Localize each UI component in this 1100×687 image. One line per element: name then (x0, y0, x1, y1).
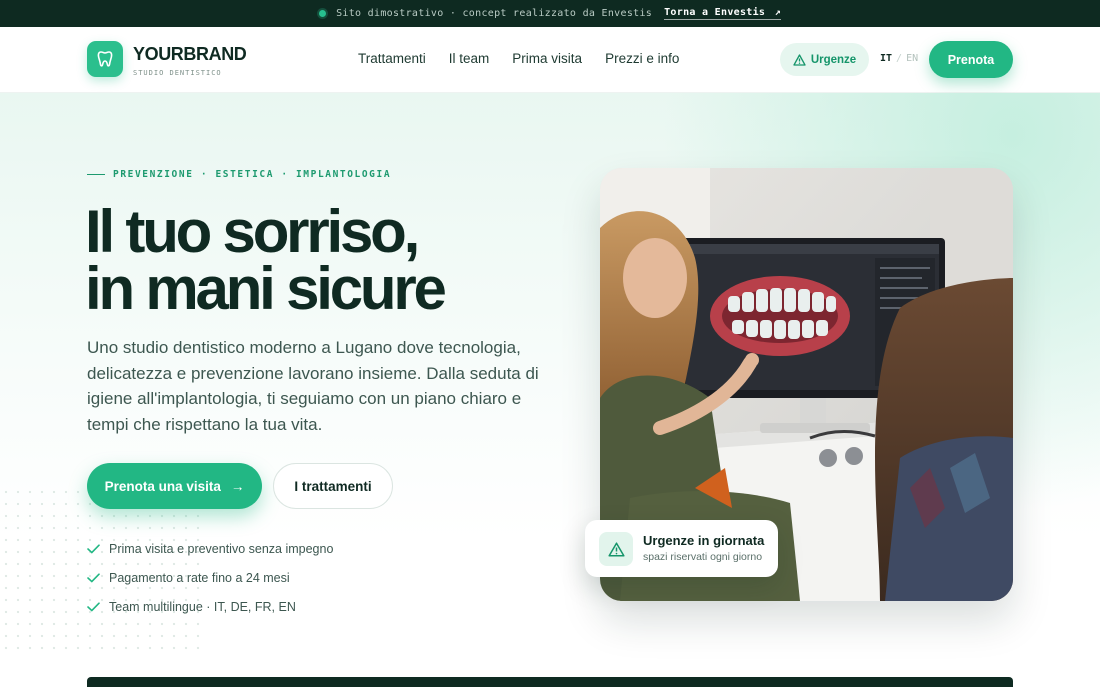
check-icon (87, 543, 100, 553)
hero-eyebrow: PREVENZIONE · ESTETICA · IMPLANTOLOGIA (87, 169, 391, 180)
urgenze-card-subtitle: spazi riservati ogni giorno (643, 551, 763, 563)
urgenze-label: Urgenze (810, 53, 857, 66)
urgenze-card-title: Urgenze in giornata (643, 533, 765, 548)
nav-menu: Trattamenti Il team Prima visita Prezzi … (358, 51, 679, 66)
trattamenti-button[interactable]: I trattamenti (273, 463, 393, 509)
banner-link-label[interactable]: Torna a Envestis (664, 7, 765, 18)
next-section-edge (87, 677, 1013, 687)
prenota-button[interactable]: Prenota (929, 41, 1013, 78)
external-arrow-icon: ↗ (774, 7, 781, 18)
feature-item: Prima visita e preventivo senza impegno (87, 534, 333, 563)
feature-label: Pagamento a rate fino a 24 mesi (109, 570, 290, 585)
feature-label: Prima visita e preventivo senza impegno (109, 541, 334, 556)
check-icon (87, 601, 100, 611)
headline-line-2: in mani sicure (85, 255, 447, 322)
nav-item-prezzi[interactable]: Prezzi e info (605, 51, 679, 66)
urgenze-button[interactable]: Urgenze (780, 43, 869, 76)
eyebrow-line (87, 174, 105, 175)
hero-headline: Il tuo sorriso, in mani sicure (85, 198, 447, 322)
urgenze-card-icon-box (599, 532, 633, 566)
nav-item-prima-visita[interactable]: Prima visita (512, 51, 582, 66)
status-dot-icon (319, 10, 327, 17)
urgenze-card[interactable]: Urgenze in giornata spazi riservati ogni… (585, 520, 778, 577)
brand-name[interactable]: YOURBRAND (133, 44, 247, 65)
language-switcher: IT / EN (880, 53, 918, 64)
brand-logo[interactable] (87, 41, 123, 77)
brand-subtitle: STUDIO DENTISTICO (133, 69, 222, 77)
check-icon (87, 572, 100, 582)
arrow-right-icon: → (230, 478, 245, 494)
lang-it[interactable]: IT (880, 53, 892, 64)
prenota-visita-button[interactable]: Prenota una visita → (87, 463, 262, 509)
eyebrow-text: PREVENZIONE · ESTETICA · IMPLANTOLOGIA (113, 169, 392, 180)
lang-en[interactable]: EN (906, 53, 918, 64)
prenota-visita-label: Prenota una visita (104, 478, 221, 494)
nav-item-team[interactable]: Il team (449, 51, 490, 66)
demo-banner: Sito dimostrativo · concept realizzato d… (0, 0, 1100, 27)
feature-list: Prima visita e preventivo senza impegno … (87, 534, 333, 621)
banner-text: Sito dimostrativo · concept realizzato d… (336, 8, 653, 19)
warning-icon (607, 541, 625, 557)
feature-label: Team multilingue · IT, DE, FR, EN (109, 599, 296, 614)
nav-item-trattamenti[interactable]: Trattamenti (358, 51, 426, 66)
banner-back-link[interactable]: Torna a Envestis ↗ (664, 7, 781, 20)
headline-line-1: Il tuo sorriso, (85, 198, 420, 265)
main-navbar: YOURBRAND STUDIO DENTISTICO Trattamenti … (0, 27, 1100, 93)
feature-item: Team multilingue · IT, DE, FR, EN (87, 592, 333, 621)
hero-lead: Uno studio dentistico moderno a Lugano d… (87, 338, 539, 434)
warning-icon (793, 53, 806, 66)
tooth-icon (97, 51, 113, 67)
feature-item: Pagamento a rate fino a 24 mesi (87, 563, 333, 592)
lang-separator: / (896, 53, 903, 64)
